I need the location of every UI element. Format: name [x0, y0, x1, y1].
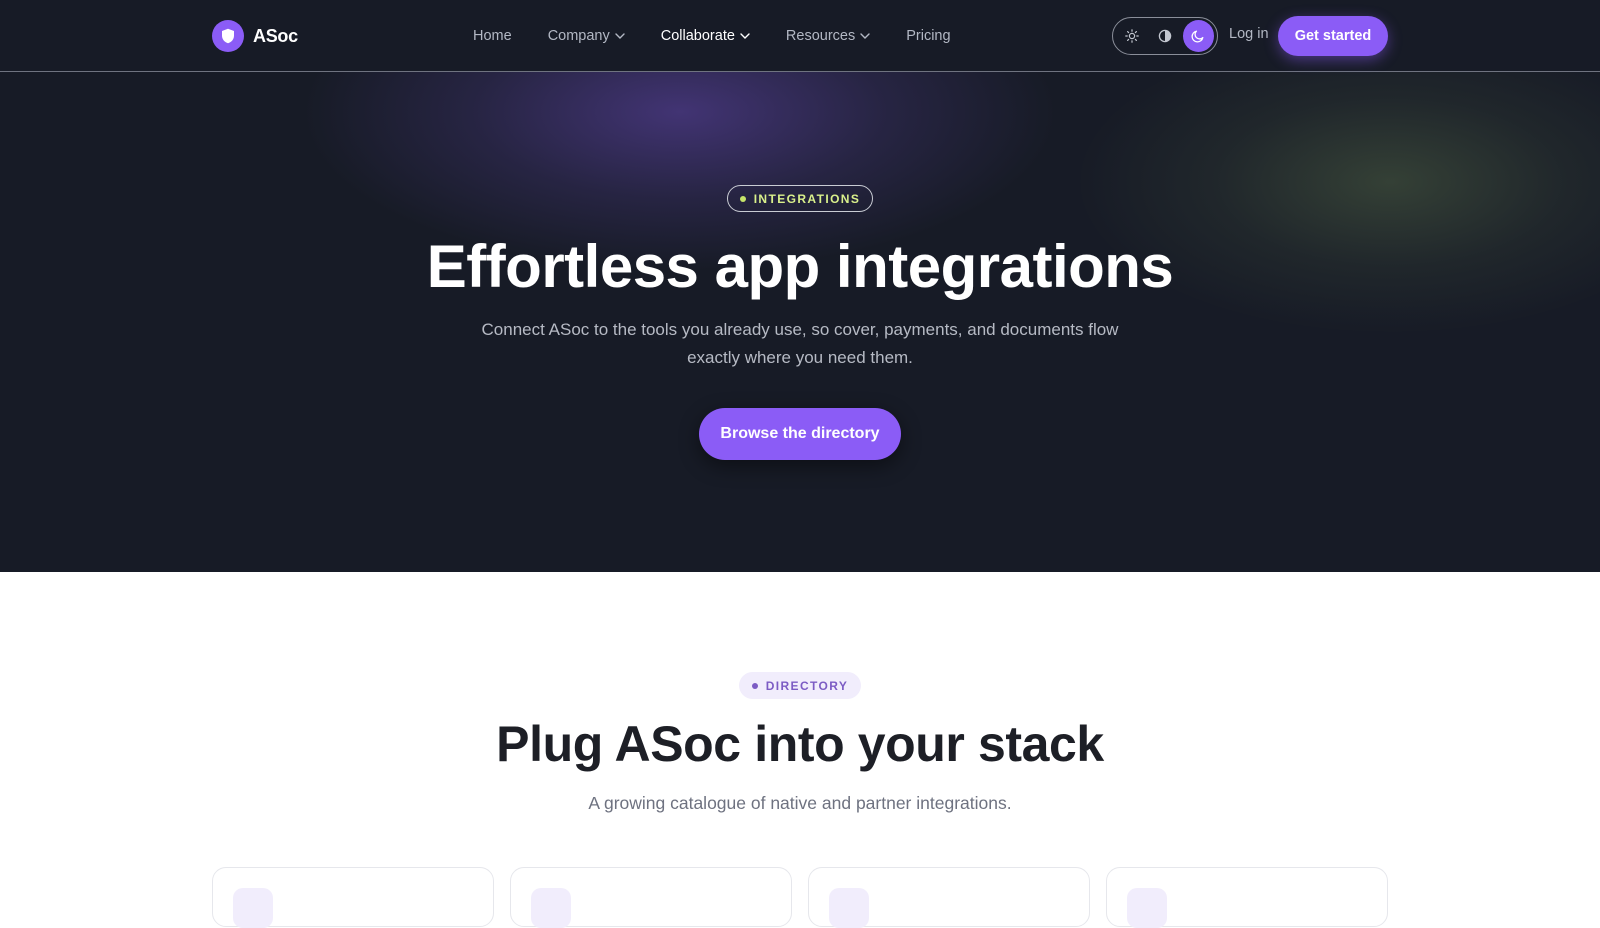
hero-section: INTEGRATIONS Effortless app integrations… — [0, 72, 1600, 572]
nav-item-resources[interactable]: Resources — [786, 28, 870, 44]
login-link[interactable]: Log in — [1229, 26, 1269, 42]
nav-item-pricing[interactable]: Pricing — [906, 28, 950, 44]
nav-item-label: Pricing — [906, 28, 951, 44]
chevron-down-icon — [860, 33, 870, 39]
hero-title: Effortless app integrations — [426, 233, 1174, 300]
integration-card[interactable] — [1106, 867, 1388, 928]
badge-dot-icon — [739, 195, 746, 202]
chevron-down-icon — [615, 33, 625, 39]
nav-item-label: Company — [547, 28, 610, 44]
directory-title: Plug ASoc into your stack — [496, 716, 1104, 772]
badge-label: DIRECTORY — [765, 678, 849, 693]
nav-item-collaborate[interactable]: Collaborate — [661, 28, 750, 44]
chevron-down-icon — [740, 33, 750, 39]
get-started-button[interactable]: Get started — [1278, 16, 1388, 56]
nav-item-label: Resources — [785, 28, 856, 44]
integration-icon — [233, 888, 273, 928]
sun-icon[interactable] — [1116, 20, 1147, 52]
nav-item-label: Collaborate — [660, 28, 735, 44]
directory-badge: DIRECTORY — [739, 672, 861, 699]
nav-item-company[interactable]: Company — [548, 28, 625, 44]
integration-card[interactable] — [510, 867, 792, 928]
top-navbar: ASoc Home Company Collaborate Resources … — [0, 0, 1600, 72]
shield-icon — [212, 20, 244, 52]
integration-icon — [531, 888, 571, 928]
nav-item-home[interactable]: Home — [473, 28, 512, 44]
badge-dot-icon — [751, 682, 758, 689]
directory-subtitle: A growing catalogue of native and partne… — [588, 793, 1012, 813]
nav-item-label: Home — [473, 28, 512, 44]
hero-subtitle: Connect ASoc to the tools you already us… — [481, 320, 1119, 367]
integration-card[interactable] — [212, 867, 494, 928]
moon-icon[interactable] — [1182, 20, 1214, 52]
integration-card[interactable] — [808, 867, 1090, 928]
brand-logo-link[interactable]: ASoc — [212, 20, 298, 52]
contrast-icon[interactable] — [1149, 20, 1180, 52]
browse-directory-button[interactable]: Browse the directory — [699, 408, 901, 460]
main-nav: Home Company Collaborate Resources Prici… — [473, 26, 987, 46]
badge-label: INTEGRATIONS — [753, 191, 861, 206]
integrations-badge: INTEGRATIONS — [727, 185, 873, 212]
integration-icon — [829, 888, 869, 928]
integration-icon — [1127, 888, 1167, 928]
brand-name: ASoc — [253, 25, 298, 46]
theme-switcher — [1112, 17, 1218, 55]
